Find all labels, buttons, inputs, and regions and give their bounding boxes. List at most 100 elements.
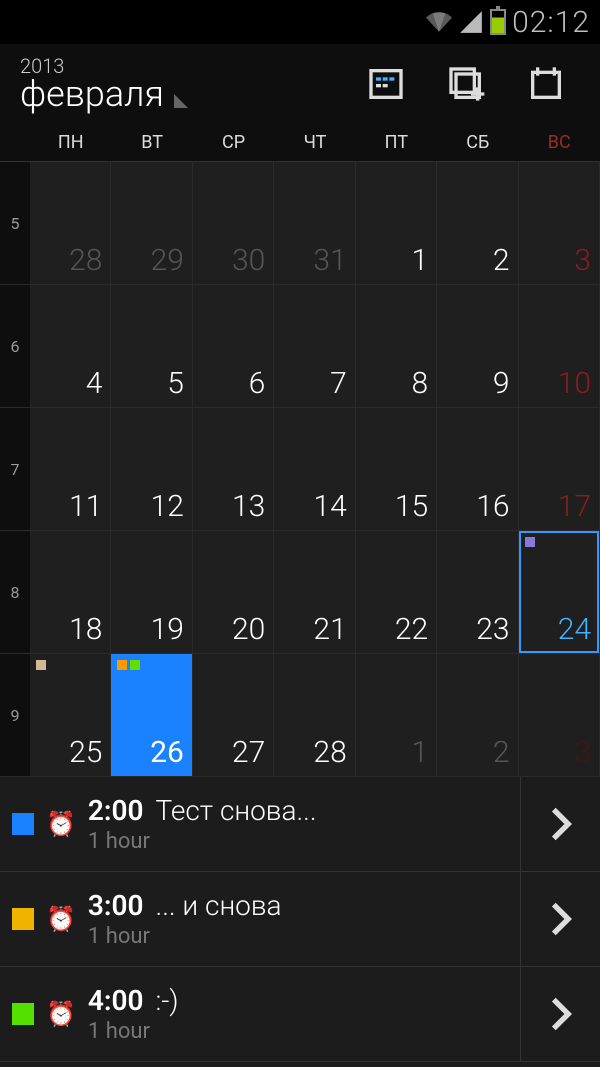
calendar-day[interactable]: 31: [274, 162, 355, 285]
day-number: 10: [558, 366, 591, 401]
calendar-day[interactable]: 6: [193, 285, 274, 408]
calendar-day[interactable]: 3: [519, 162, 600, 285]
event-open-button[interactable]: [520, 967, 600, 1061]
view-mode-button[interactable]: [346, 44, 426, 124]
calendar-day[interactable]: 27: [193, 654, 274, 777]
alarm-icon: ⏰: [46, 810, 76, 838]
calendar-day[interactable]: 28: [30, 162, 111, 285]
event-text: 2:00Тест снова...1 hour: [88, 794, 520, 854]
event-list: ⏰ 2:00Тест снова...1 hour ⏰ 3:00 ... и снова…: [0, 777, 600, 1067]
event-open-button[interactable]: [520, 872, 600, 966]
day-number: 21: [313, 612, 346, 647]
month-picker[interactable]: 2013 февраля: [20, 56, 188, 112]
weekday-label: СР: [193, 124, 274, 161]
weekday-label: ПТ: [356, 124, 437, 161]
calendar-day[interactable]: 12: [111, 408, 192, 531]
calendar-day[interactable]: 5: [111, 285, 192, 408]
calendar-day[interactable]: 30: [193, 162, 274, 285]
day-number: 3: [574, 243, 591, 278]
calendar-day[interactable]: 26: [111, 654, 192, 777]
day-number: 19: [151, 612, 184, 647]
event-color-chip: [12, 1003, 34, 1025]
weekday-label: ВС: [519, 124, 600, 161]
calendar-day[interactable]: 11: [30, 408, 111, 531]
day-number: 16: [476, 489, 509, 524]
day-number: 8: [412, 366, 429, 401]
day-number: 24: [558, 612, 591, 647]
calendar-day[interactable]: 19: [111, 531, 192, 654]
calendar-day[interactable]: 2: [437, 654, 518, 777]
screen: 02:12 2013 февраля ПН ВТ СР ЧТ ПТ СБ ВС …: [0, 0, 600, 1067]
weeknum: 5: [0, 162, 30, 285]
today-button[interactable]: [506, 44, 586, 124]
calendar-day[interactable]: 20: [193, 531, 274, 654]
calendar-day[interactable]: 10: [519, 285, 600, 408]
day-number: 6: [249, 366, 266, 401]
calendar-day[interactable]: 23: [437, 531, 518, 654]
app-header: 2013 февраля: [0, 44, 600, 124]
alarm-icon: ⏰: [46, 1000, 76, 1028]
battery-icon: [490, 9, 506, 35]
calendar-day[interactable]: 22: [356, 531, 437, 654]
calendar-day[interactable]: 17: [519, 408, 600, 531]
signal-icon: [458, 9, 484, 35]
calendar-day[interactable]: 24: [519, 531, 600, 654]
day-number: 11: [69, 489, 102, 524]
calendar-day[interactable]: 1: [356, 654, 437, 777]
event-title: ... и снова: [156, 889, 282, 922]
event-duration: 1 hour: [88, 829, 520, 854]
event-dots: [525, 537, 535, 547]
day-number: 31: [313, 243, 346, 278]
month-label: февраля: [20, 76, 164, 112]
calendar-day[interactable]: 18: [30, 531, 111, 654]
calendar-day[interactable]: 15: [356, 408, 437, 531]
event-title: Тест снова...: [156, 794, 317, 827]
day-number: 28: [313, 735, 346, 770]
event-open-button[interactable]: [520, 777, 600, 871]
calendar-day[interactable]: 8: [356, 285, 437, 408]
day-number: 9: [493, 366, 510, 401]
event-time: 3:00: [88, 889, 144, 922]
calendar-day[interactable]: 21: [274, 531, 355, 654]
day-number: 1: [412, 243, 429, 278]
weekday-label: ЧТ: [274, 124, 355, 161]
calendar-day[interactable]: 9: [437, 285, 518, 408]
calendar-day[interactable]: 28: [274, 654, 355, 777]
event-row[interactable]: ⏰4:00:-)1 hour: [0, 967, 600, 1062]
event-row[interactable]: ⏰ 2:00Тест снова...1 hour: [0, 777, 600, 872]
calendar-area: 5 6 7 8 9 282930311234567891011121314151…: [0, 162, 600, 777]
day-number: 28: [69, 243, 102, 278]
day-number: 25: [69, 735, 102, 770]
weeknum: 7: [0, 408, 30, 531]
day-number: 27: [232, 735, 265, 770]
calendar-day[interactable]: 4: [30, 285, 111, 408]
day-number: 2: [493, 243, 510, 278]
calendar-day[interactable]: 1: [356, 162, 437, 285]
event-color-chip: [12, 813, 34, 835]
day-number: 12: [151, 489, 184, 524]
calendar-day[interactable]: 16: [437, 408, 518, 531]
day-number: 22: [395, 612, 428, 647]
weekday-label: ПН: [30, 124, 111, 161]
weekday-label: ВТ: [111, 124, 192, 161]
calendar-day[interactable]: 13: [193, 408, 274, 531]
calendar-day[interactable]: 29: [111, 162, 192, 285]
calendar-day[interactable]: 7: [274, 285, 355, 408]
calendar-day[interactable]: 14: [274, 408, 355, 531]
day-number: 15: [395, 489, 428, 524]
day-number: 5: [167, 366, 184, 401]
day-number: 14: [313, 489, 346, 524]
new-event-button[interactable]: [426, 44, 506, 124]
event-row[interactable]: ⏰3:00... и снова1 hour: [0, 872, 600, 967]
status-bar: 02:12: [0, 0, 600, 44]
calendar-day[interactable]: 25: [30, 654, 111, 777]
weeknum: 6: [0, 285, 30, 408]
calendar-day[interactable]: 3: [519, 654, 600, 777]
event-time: 4:00: [88, 984, 144, 1017]
calendar-day[interactable]: 2: [437, 162, 518, 285]
weeknum: 8: [0, 531, 30, 654]
day-number: 20: [232, 612, 265, 647]
weeknum-column: 5 6 7 8 9: [0, 162, 30, 777]
event-dots: [117, 660, 140, 670]
event-text: 3:00... и снова1 hour: [88, 889, 520, 949]
